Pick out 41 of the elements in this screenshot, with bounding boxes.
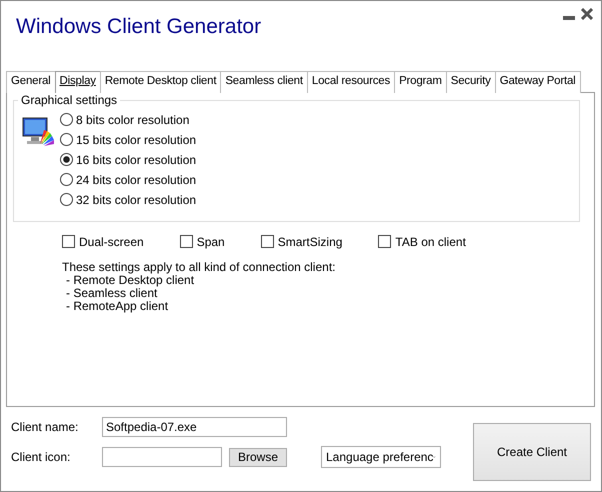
field-label: Client icon:	[11, 450, 72, 464]
radio-label: 32 bits color resolution	[76, 192, 196, 206]
checkbox-label: SmartSizing	[278, 234, 342, 248]
radio-button[interactable]	[60, 173, 73, 186]
radio-label: 15 bits color resolution	[76, 132, 196, 146]
note-item: - RemoteApp client	[65, 300, 170, 313]
tab[interactable]: Program	[394, 71, 447, 93]
tab[interactable]: Gateway Portal	[494, 71, 581, 93]
radio-label: 16 bits color resolution	[76, 152, 196, 166]
client-name-field[interactable]: Softpedia-07.exe	[102, 417, 287, 437]
tab[interactable]: Seamless client	[220, 71, 308, 93]
monitor-palette-icon	[22, 116, 56, 148]
create-client-button[interactable]: Create Client	[473, 423, 591, 481]
checkbox[interactable]	[180, 235, 193, 248]
radio-button[interactable]	[60, 133, 73, 146]
tab[interactable]: Local resources	[306, 71, 396, 93]
tab[interactable]: General	[6, 71, 56, 93]
radio-button[interactable]	[60, 153, 73, 166]
checkbox[interactable]	[62, 235, 75, 248]
checkbox-label: Dual-screen	[79, 234, 144, 248]
checkbox-label: TAB on client	[395, 234, 466, 248]
note-item: - Seamless client	[65, 287, 158, 300]
tab[interactable]: Remote Desktop client	[100, 71, 222, 93]
client-icon-field[interactable]	[102, 447, 222, 467]
radio-label: 8 bits color resolution	[76, 112, 190, 126]
checkbox-label: Span	[196, 234, 225, 248]
radio-label: 24 bits color resolution	[76, 172, 196, 186]
checkbox[interactable]	[378, 235, 392, 248]
tab[interactable]: Security	[446, 71, 496, 93]
window-title: Windows Client Generator	[16, 15, 262, 40]
checkbox[interactable]	[260, 235, 274, 248]
tab[interactable]: Display	[54, 71, 101, 93]
note-item: - Remote Desktop client	[65, 274, 196, 287]
field-label: Client name:	[11, 420, 80, 434]
radio-button[interactable]	[60, 193, 73, 206]
note-text: These settings apply to all kind of connection client:	[62, 261, 336, 274]
language-dropdown[interactable]: Language preferenc	[321, 446, 441, 468]
group-title: Graphical settings	[18, 93, 120, 107]
radio-button[interactable]	[60, 113, 73, 126]
close-icon[interactable]	[581, 8, 593, 20]
browse-button[interactable]: Browse	[229, 448, 287, 466]
